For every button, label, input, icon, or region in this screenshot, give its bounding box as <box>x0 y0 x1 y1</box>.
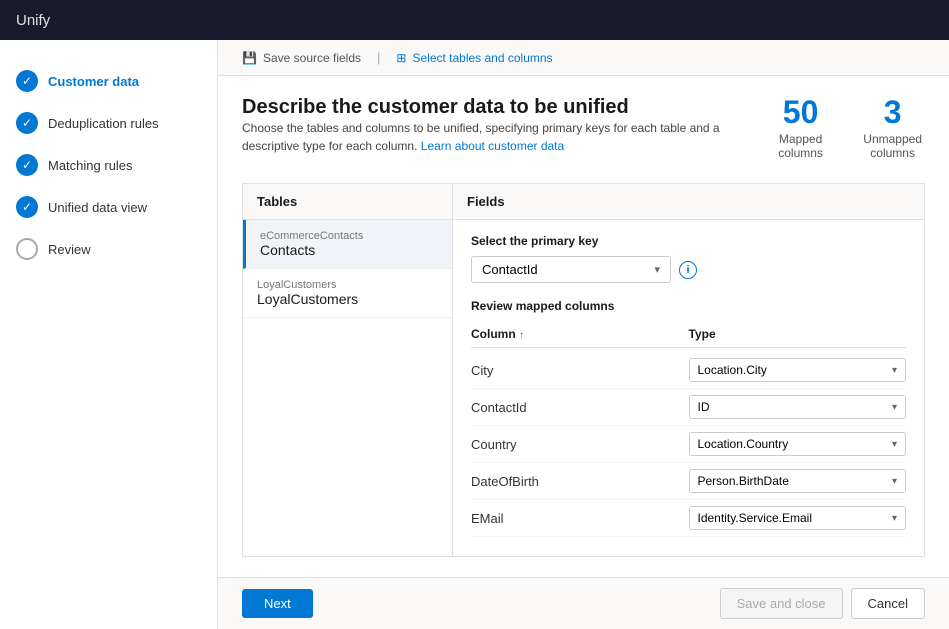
primary-key-row: ContactId ▾ i <box>471 256 906 283</box>
city-type-chevron: ▾ <box>892 365 897 376</box>
col-country-type-cell: Location.Country ▾ <box>689 432 907 456</box>
table-row: EMail Identity.Service.Email ▾ <box>471 500 906 537</box>
col-city-type-cell: Location.City ▾ <box>689 358 907 382</box>
contacts-source: eCommerceContacts <box>260 230 438 242</box>
col-dob-type-cell: Person.BirthDate ▾ <box>689 469 907 493</box>
sidebar-label-review: Review <box>48 242 91 257</box>
col-email-type-select[interactable]: Identity.Service.Email ▾ <box>689 506 907 530</box>
col-email-type-value: Identity.Service.Email <box>698 511 813 525</box>
col-email-name: EMail <box>471 511 689 526</box>
breadcrumb-select-label: Select tables and columns <box>412 51 552 65</box>
col-dob-type-value: Person.BirthDate <box>698 474 789 488</box>
stats-row: 50 Mapped columns 3 Unmapped columns <box>773 96 925 160</box>
check-icon-unified: ✓ <box>16 196 38 218</box>
col-contactid-type-value: ID <box>698 400 710 414</box>
col-dob-type-select[interactable]: Person.BirthDate ▾ <box>689 469 907 493</box>
learn-link[interactable]: Learn about customer data <box>421 139 564 153</box>
fields-content: Select the primary key ContactId ▾ i Rev… <box>453 220 924 556</box>
col-country-name: Country <box>471 437 689 452</box>
col-city-name: City <box>471 363 689 378</box>
dob-type-chevron: ▾ <box>892 476 897 487</box>
country-type-chevron: ▾ <box>892 439 897 450</box>
breadcrumb-save-label: Save source fields <box>263 51 361 65</box>
bottom-bar: Next Save and close Cancel <box>218 577 949 629</box>
page-description: Choose the tables and columns to be unif… <box>242 119 773 155</box>
table-row: ContactId ID ▾ <box>471 389 906 426</box>
content-area: 💾 Save source fields | ⊞ Select tables a… <box>218 40 949 629</box>
col-contactid-type-cell: ID ▾ <box>689 395 907 419</box>
check-icon-dedup: ✓ <box>16 112 38 134</box>
loyal-source: LoyalCustomers <box>257 279 438 291</box>
unmapped-count: 3 <box>860 96 925 128</box>
sidebar: ✓ Customer data ✓ Deduplication rules ✓ … <box>0 40 218 629</box>
loyal-name: LoyalCustomers <box>257 291 438 307</box>
sidebar-label-dedup: Deduplication rules <box>48 116 159 131</box>
sidebar-item-unified-data-view[interactable]: ✓ Unified data view <box>0 186 217 228</box>
primary-key-label: Select the primary key <box>471 234 906 248</box>
primary-key-chevron: ▾ <box>654 263 660 276</box>
page-header: Describe the customer data to be unified… <box>242 96 925 171</box>
save-icon: 💾 <box>242 51 257 65</box>
column-header-name: Column ↑ <box>471 327 689 341</box>
tables-panel-header: Tables <box>243 184 452 220</box>
tables-panel: Tables eCommerceContacts Contacts LoyalC… <box>243 184 453 556</box>
sort-arrow-icon: ↑ <box>519 330 524 341</box>
sidebar-item-review[interactable]: Review <box>0 228 217 270</box>
table-row: City Location.City ▾ <box>471 352 906 389</box>
fields-panel: Fields Select the primary key ContactId … <box>453 184 924 556</box>
columns-header-row: Column ↑ Type <box>471 321 906 348</box>
col-city-type-select[interactable]: Location.City ▾ <box>689 358 907 382</box>
table-icon: ⊞ <box>396 51 406 65</box>
primary-key-value: ContactId <box>482 262 538 277</box>
table-row: Country Location.Country ▾ <box>471 426 906 463</box>
column-header-type: Type <box>689 327 907 341</box>
breadcrumb-bar: 💾 Save source fields | ⊞ Select tables a… <box>218 40 949 76</box>
next-button[interactable]: Next <box>242 589 313 618</box>
sidebar-item-customer-data[interactable]: ✓ Customer data <box>0 60 217 102</box>
col-country-type-select[interactable]: Location.Country ▾ <box>689 432 907 456</box>
primary-key-select[interactable]: ContactId ▾ <box>471 256 671 283</box>
col-dob-name: DateOfBirth <box>471 474 689 489</box>
cancel-button[interactable]: Cancel <box>851 588 925 619</box>
sidebar-label-customer-data: Customer data <box>48 74 139 89</box>
columns-table: Column ↑ Type City <box>471 321 906 537</box>
contactid-type-chevron: ▾ <box>892 402 897 413</box>
page-title: Describe the customer data to be unified <box>242 96 773 119</box>
col-email-type-cell: Identity.Service.Email ▾ <box>689 506 907 530</box>
sidebar-label-unified: Unified data view <box>48 200 147 215</box>
contacts-name: Contacts <box>260 242 438 258</box>
right-buttons: Save and close Cancel <box>720 588 925 619</box>
mapped-stat: 50 Mapped columns <box>773 96 828 160</box>
check-icon-customer-data: ✓ <box>16 70 38 92</box>
tables-fields-container: Tables eCommerceContacts Contacts LoyalC… <box>242 183 925 557</box>
table-item-loyalcustomers[interactable]: LoyalCustomers LoyalCustomers <box>243 269 452 318</box>
sidebar-item-deduplication-rules[interactable]: ✓ Deduplication rules <box>0 102 217 144</box>
mapped-count: 50 <box>773 96 828 128</box>
top-bar: Unify <box>0 0 949 40</box>
title-area: Describe the customer data to be unified… <box>242 96 773 171</box>
sidebar-label-matching: Matching rules <box>48 158 133 173</box>
unmapped-stat: 3 Unmapped columns <box>860 96 925 160</box>
save-close-button[interactable]: Save and close <box>720 588 843 619</box>
app-title: Unify <box>16 12 50 29</box>
col-country-type-value: Location.Country <box>698 437 789 451</box>
col-contactid-name: ContactId <box>471 400 689 415</box>
breadcrumb-separator: | <box>377 50 380 65</box>
email-type-chevron: ▾ <box>892 513 897 524</box>
sidebar-item-matching-rules[interactable]: ✓ Matching rules <box>0 144 217 186</box>
page-content: Describe the customer data to be unified… <box>218 76 949 577</box>
table-row: DateOfBirth Person.BirthDate ▾ <box>471 463 906 500</box>
table-item-contacts[interactable]: eCommerceContacts Contacts <box>243 220 452 269</box>
breadcrumb-select-tables[interactable]: ⊞ Select tables and columns <box>396 51 552 65</box>
mapped-label: Mapped columns <box>773 132 828 160</box>
col-city-type-value: Location.City <box>698 363 767 377</box>
check-icon-matching: ✓ <box>16 154 38 176</box>
info-icon[interactable]: i <box>679 261 697 279</box>
unmapped-label: Unmapped columns <box>860 132 925 160</box>
fields-panel-header: Fields <box>453 184 924 220</box>
mapped-columns-label: Review mapped columns <box>471 299 906 313</box>
circle-icon-review <box>16 238 38 260</box>
col-contactid-type-select[interactable]: ID ▾ <box>689 395 907 419</box>
breadcrumb-save-source-fields[interactable]: 💾 Save source fields <box>242 51 361 65</box>
